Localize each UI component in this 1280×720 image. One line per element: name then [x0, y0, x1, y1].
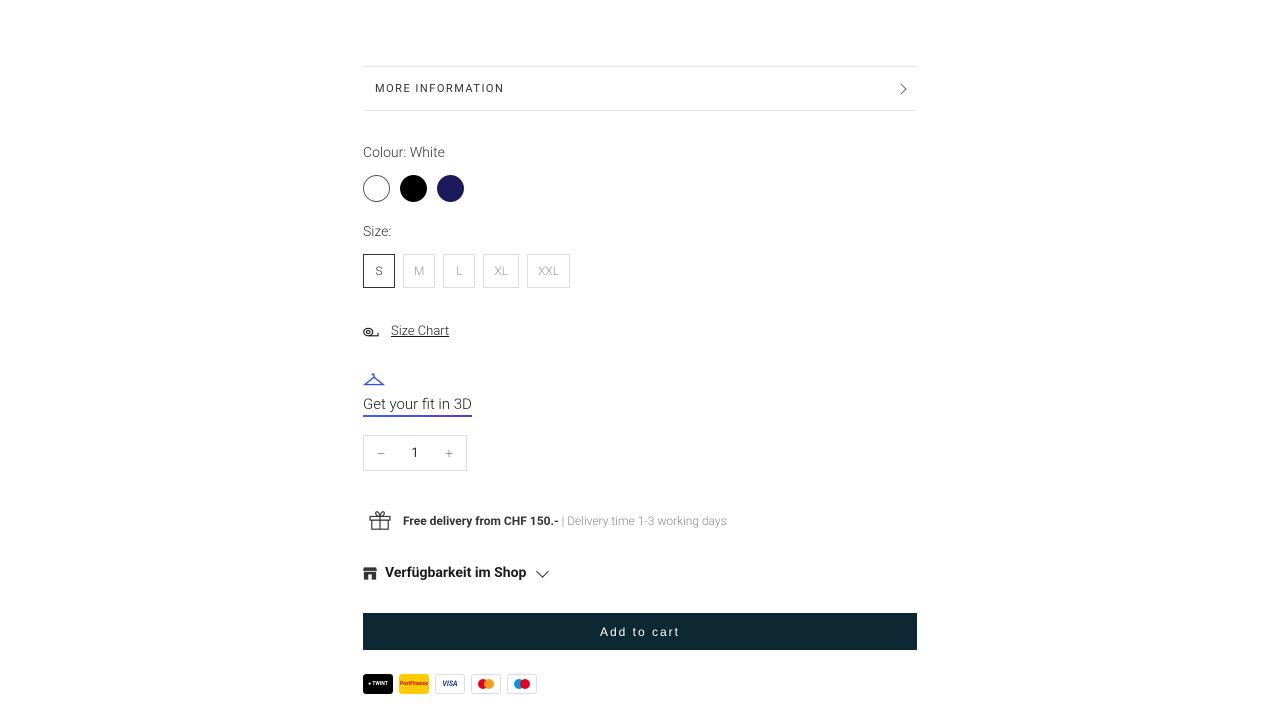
payment-postfinance-icon: PostFinance: [399, 674, 429, 694]
tape-measure-icon: [363, 325, 381, 339]
delivery-separator: |: [559, 514, 568, 528]
size-option-m[interactable]: M: [403, 254, 435, 288]
colour-label-prefix: Colour:: [363, 145, 410, 161]
shop-availability-toggle[interactable]: Verfügbarkeit im Shop: [363, 565, 917, 581]
colour-swatches: [363, 175, 917, 202]
payment-twint-icon: ● TWINT: [363, 674, 393, 694]
size-option-xxl[interactable]: XXL: [527, 254, 570, 288]
shop-availability-label: Verfügbarkeit im Shop: [385, 565, 526, 581]
payment-methods-row: ● TWINT PostFinance VISA: [363, 674, 917, 694]
size-chart-row[interactable]: Size Chart: [363, 324, 917, 339]
delivery-light-text: Delivery time 1-3 working days: [567, 514, 727, 528]
size-chart-link[interactable]: Size Chart: [391, 324, 449, 339]
size-option-l[interactable]: L: [443, 254, 475, 288]
payment-maestro-icon: [507, 674, 537, 694]
payment-mastercard-icon: [471, 674, 501, 694]
chevron-down-icon: [537, 565, 550, 578]
delivery-bold-text: Free delivery from CHF 150.-: [403, 514, 559, 528]
size-option-s[interactable]: S: [363, 254, 395, 288]
add-to-cart-button[interactable]: Add to cart: [363, 613, 917, 650]
hanger-icon: [363, 371, 385, 387]
size-label: Size:: [363, 224, 917, 240]
colour-selected-name: White: [410, 145, 445, 161]
quantity-value: 1: [398, 446, 432, 461]
quantity-decrease-button[interactable]: −: [364, 436, 398, 470]
colour-swatch-black[interactable]: [400, 175, 427, 202]
colour-label: Colour: White: [363, 145, 917, 161]
fit-3d-widget[interactable]: Get your fit in 3D: [363, 371, 472, 419]
gift-icon: [369, 511, 391, 531]
chevron-right-icon: [895, 83, 906, 94]
store-icon: [363, 567, 377, 580]
colour-swatch-navy[interactable]: [437, 175, 464, 202]
quantity-stepper: − 1 +: [363, 435, 467, 471]
size-options: S M L XL XXL: [363, 254, 917, 288]
delivery-text: Free delivery from CHF 150.- | Delivery …: [403, 514, 727, 528]
fit-3d-label: Get your fit in 3D: [363, 395, 472, 413]
delivery-info-row: Free delivery from CHF 150.- | Delivery …: [363, 511, 917, 531]
more-information-label: MORE INFORMATION: [375, 82, 504, 95]
colour-swatch-white[interactable]: [363, 175, 390, 202]
more-information-accordion[interactable]: MORE INFORMATION: [363, 66, 917, 111]
quantity-row: − 1 +: [363, 435, 917, 471]
payment-visa-icon: VISA: [435, 674, 465, 694]
quantity-increase-button[interactable]: +: [432, 436, 466, 470]
size-option-xl[interactable]: XL: [483, 254, 519, 288]
product-options-panel: MORE INFORMATION Colour: White Size: S M…: [363, 0, 917, 694]
colour-section: Colour: White: [363, 145, 917, 202]
